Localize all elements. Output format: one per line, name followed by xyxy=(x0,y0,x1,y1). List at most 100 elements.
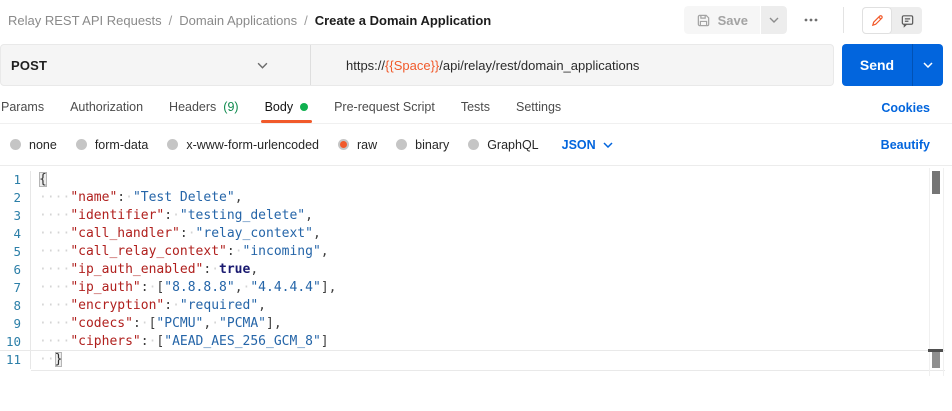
code-line-5: 5····"call_relay_context":·"incoming", xyxy=(0,243,952,261)
line-number: 3 xyxy=(0,207,31,225)
code-line-6: 6····"ip_auth_enabled":·true, xyxy=(0,261,952,279)
token-key: "encryption" xyxy=(70,298,164,313)
token-punc: : xyxy=(164,208,172,223)
send-button[interactable]: Send xyxy=(842,44,912,86)
body-editor[interactable]: 1{2····"name":·"Test Delete",3····"ident… xyxy=(0,165,952,411)
beautify-link[interactable]: Beautify xyxy=(881,138,930,152)
url-box: POST https://{{Space}}/api/relay/rest/do… xyxy=(0,44,834,86)
code-line-10: 10····"ciphers":·["AEAD_AES_256_GCM_8"] xyxy=(0,333,952,351)
radio-icon xyxy=(468,139,479,150)
breadcrumb-item[interactable]: Relay REST API Requests xyxy=(8,13,162,28)
token-str: "PCMA" xyxy=(219,316,266,331)
code-line-8: 8····"encryption":·"required", xyxy=(0,297,952,315)
token-ws: ···· xyxy=(39,334,70,349)
header-actions: Save xyxy=(684,6,922,34)
code-line-11: 11··} xyxy=(0,351,952,369)
token-str: "8.8.8.8" xyxy=(164,280,234,295)
token-ws: · xyxy=(141,316,149,331)
save-options-button[interactable] xyxy=(761,6,787,34)
edit-mode-button[interactable] xyxy=(862,7,892,34)
line-number: 1 xyxy=(0,171,31,189)
line-number: 11 xyxy=(0,351,31,369)
token-ws: ···· xyxy=(39,298,70,313)
comments-button[interactable] xyxy=(892,7,922,34)
radio-label: x-www-form-urlencoded xyxy=(186,138,319,152)
more-actions-button[interactable] xyxy=(797,6,825,34)
token-key: "identifier" xyxy=(70,208,164,223)
code-text: ····"call_handler":·"relay_context", xyxy=(31,225,321,243)
code-line-4: 4····"call_handler":·"relay_context", xyxy=(0,225,952,243)
token-ws: · xyxy=(211,316,219,331)
send-options-button[interactable] xyxy=(912,44,943,86)
token-punc: : xyxy=(164,298,172,313)
code-text: ····"encryption":·"required", xyxy=(31,297,266,315)
tab-params[interactable]: Params xyxy=(0,94,45,123)
save-button[interactable]: Save xyxy=(684,6,760,34)
code-text: ····"ip_auth":·["8.8.8.8",·"4.4.4.4"], xyxy=(31,279,336,297)
token-punc: , xyxy=(258,298,266,313)
tab-pre-request-script[interactable]: Pre-request Script xyxy=(333,94,436,123)
body-type-binary[interactable]: binary xyxy=(396,138,449,152)
save-label: Save xyxy=(718,13,748,28)
token-punc: : xyxy=(227,244,235,259)
code-lines: 1{2····"name":·"Test Delete",3····"ident… xyxy=(0,166,952,369)
token-ws: ···· xyxy=(39,226,70,241)
language-select[interactable]: JSON xyxy=(562,138,613,152)
token-punc: : xyxy=(180,226,188,241)
code-text: ····"identifier":·"testing_delete", xyxy=(31,207,313,225)
line-number: 10 xyxy=(0,333,31,351)
url-input[interactable]: https://{{Space}}/api/relay/rest/domain_… xyxy=(311,58,639,73)
url-variable: {{Space}} xyxy=(385,58,439,73)
body-type-x-www-form-urlencoded[interactable]: x-www-form-urlencoded xyxy=(167,138,319,152)
body-type-form-data[interactable]: form-data xyxy=(76,138,149,152)
pencil-icon xyxy=(870,13,885,28)
breadcrumb-separator: / xyxy=(169,13,173,28)
chevron-down-icon xyxy=(923,62,933,68)
token-punc: , xyxy=(305,208,313,223)
breadcrumb-item[interactable]: Domain Applications xyxy=(179,13,297,28)
tab-authorization[interactable]: Authorization xyxy=(69,94,144,123)
tab-headers[interactable]: Headers(9) xyxy=(168,94,240,123)
breadcrumb-separator: / xyxy=(304,13,308,28)
token-ws: ···· xyxy=(39,244,70,259)
token-ws: ···· xyxy=(39,316,70,331)
tab-count: (9) xyxy=(223,100,238,114)
request-tabs-bar: Params Authorization Headers(9) Body Pre-req… xyxy=(0,96,952,124)
code-line-1: 1{ xyxy=(0,171,952,189)
send-split-button: Send xyxy=(842,44,943,86)
tab-body[interactable]: Body xyxy=(264,94,310,123)
cookies-link[interactable]: Cookies xyxy=(881,101,930,123)
token-key: "ip_auth_enabled" xyxy=(70,262,203,277)
editor-scrollbar-thumb[interactable] xyxy=(932,171,940,194)
code-line-9: 9····"codecs":·["PCMU",·"PCMA"], xyxy=(0,315,952,333)
comment-icon xyxy=(900,13,915,28)
token-punc: ], xyxy=(266,316,282,331)
tab-tests[interactable]: Tests xyxy=(460,94,491,123)
token-brace: { xyxy=(39,172,47,187)
body-type-none[interactable]: none xyxy=(10,138,57,152)
token-punc: , xyxy=(250,262,258,277)
token-str: "relay_context" xyxy=(196,226,313,241)
body-type-raw[interactable]: raw xyxy=(338,138,377,152)
tab-label: Params xyxy=(1,100,44,114)
token-punc: ] xyxy=(321,334,329,349)
editor-scrollbar-thumb-bottom[interactable] xyxy=(932,352,940,368)
token-punc: ], xyxy=(321,280,337,295)
token-key: "ciphers" xyxy=(70,334,140,349)
tab-settings[interactable]: Settings xyxy=(515,94,562,123)
body-type-graphql[interactable]: GraphQL xyxy=(468,138,538,152)
method-select[interactable]: POST xyxy=(1,45,311,85)
token-str: "Test Delete" xyxy=(133,190,235,205)
save-split-button: Save xyxy=(684,6,787,34)
token-key: "codecs" xyxy=(70,316,133,331)
token-punc: : xyxy=(141,280,149,295)
token-punc: : xyxy=(117,190,125,205)
radio-label: none xyxy=(29,138,57,152)
code-line-3: 3····"identifier":·"testing_delete", xyxy=(0,207,952,225)
body-type-group: none form-data x-www-form-urlencoded raw bin… xyxy=(10,138,613,152)
breadcrumb: Relay REST API Requests / Domain Applicati… xyxy=(8,13,491,28)
radio-icon xyxy=(76,139,87,150)
token-ws: ·· xyxy=(39,352,55,367)
token-punc: , xyxy=(235,190,243,205)
token-key: "call_relay_context" xyxy=(70,244,227,259)
